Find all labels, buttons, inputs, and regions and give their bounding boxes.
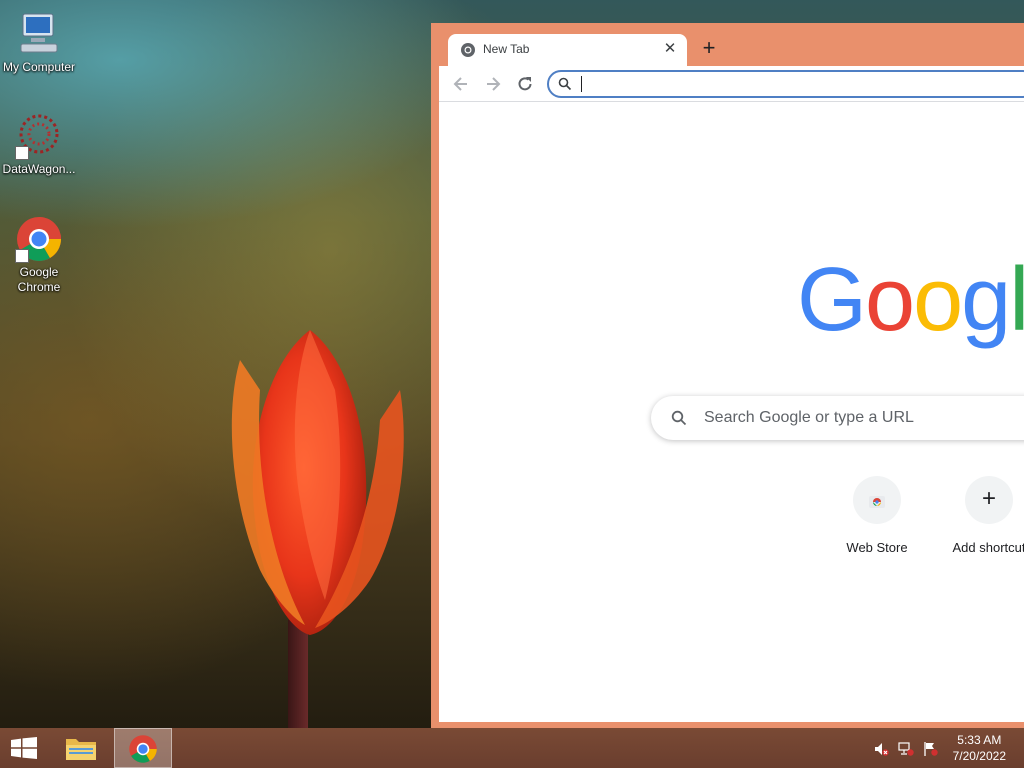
action-center-flag-icon[interactable] [922, 741, 938, 757]
close-tab-icon[interactable]: ✕ [661, 40, 679, 58]
shortcut-tile: + [965, 476, 1013, 524]
google-search-box[interactable]: Search Google or type a URL [651, 396, 1024, 440]
tab-title: New Tab [483, 42, 530, 56]
windows-logo-icon [11, 737, 37, 759]
logo-letter: l [1009, 250, 1024, 350]
chrome-icon [15, 215, 63, 263]
chrome-icon [129, 735, 157, 763]
tab-new-tab[interactable]: New Tab ✕ [448, 34, 687, 66]
add-shortcut-button[interactable]: + Add shortcut [939, 476, 1024, 555]
desktop-icon-google-chrome[interactable]: Google Chrome [1, 215, 77, 295]
forward-arrow-icon[interactable] [483, 74, 503, 94]
logo-letter: G [797, 250, 867, 350]
shortcut-web-store[interactable]: Web Store [827, 476, 927, 555]
text-cursor [581, 76, 582, 92]
address-bar[interactable] [547, 70, 1024, 98]
reload-icon[interactable] [515, 74, 535, 94]
search-icon [558, 77, 572, 91]
network-icon[interactable] [898, 741, 914, 757]
search-icon [671, 410, 687, 426]
datawagon-icon [15, 112, 63, 160]
clock-time: 5:33 AM [957, 733, 1002, 747]
back-arrow-icon[interactable] [451, 74, 471, 94]
desktop-icon-label: My Computer [2, 60, 76, 74]
start-button[interactable] [0, 728, 48, 768]
logo-letter: o [865, 250, 915, 350]
desktop-icon-datawagon[interactable]: DataWagon... [1, 112, 77, 177]
shortcut-label: Web Store [846, 540, 908, 555]
search-placeholder: Search Google or type a URL [704, 409, 914, 426]
shortcut-tile [853, 476, 901, 524]
tulip-wallpaper-image [231, 330, 404, 728]
google-logo: Googl [797, 250, 1024, 350]
taskbar: 5:33 AM 7/20/2022 [0, 728, 1024, 768]
file-explorer-taskbar-button[interactable] [56, 728, 106, 768]
folder-icon [66, 739, 96, 760]
shortcut-arrow-icon [15, 146, 29, 160]
speaker-muted-icon[interactable] [873, 741, 889, 757]
chrome-taskbar-button[interactable] [114, 728, 172, 768]
logo-letter: g [961, 250, 1011, 350]
web-store-icon [869, 496, 885, 508]
new-tab-page: Googl Search Google or type a URL Web St… [439, 102, 1024, 722]
system-clock[interactable]: 5:33 AM 7/20/2022 [953, 732, 1006, 764]
computer-icon [15, 10, 63, 58]
desktop-icon-label: Google Chrome [17, 265, 61, 294]
logo-letter: o [913, 250, 963, 350]
new-tab-button[interactable]: + [699, 37, 719, 59]
shortcut-arrow-icon [15, 249, 29, 263]
desktop-icon-label: DataWagon... [2, 162, 76, 176]
chrome-favicon-icon [461, 43, 475, 57]
shortcut-label: Add shortcut [952, 540, 1024, 555]
plus-icon: + [981, 485, 996, 512]
desktop-icon-my-computer[interactable]: My Computer [1, 10, 77, 75]
clock-date: 7/20/2022 [952, 749, 1006, 763]
